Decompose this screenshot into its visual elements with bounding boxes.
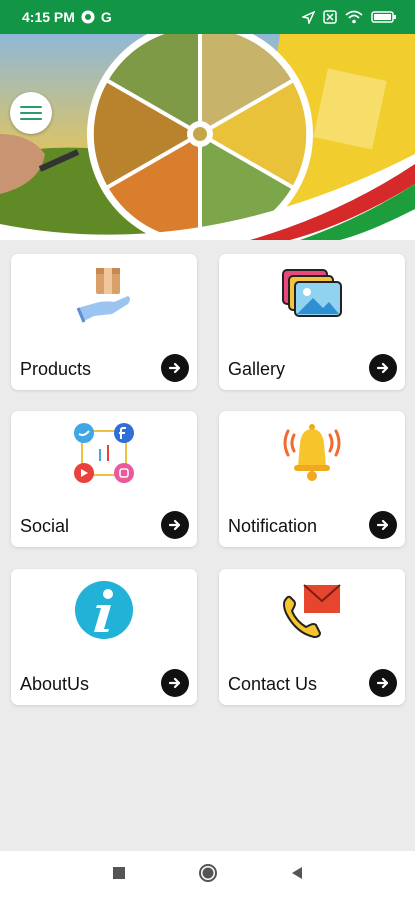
gallery-photos-icon xyxy=(281,264,343,325)
aboutus-arrow-button[interactable] xyxy=(161,669,189,697)
phone-mail-icon xyxy=(280,579,344,646)
aboutus-label: AboutUs xyxy=(20,674,90,694)
wifi-icon xyxy=(345,10,363,24)
gallery-arrow-button[interactable] xyxy=(369,354,397,382)
header-banner xyxy=(0,34,415,240)
products-hand-box-icon xyxy=(74,264,134,331)
hamburger-line xyxy=(20,118,42,120)
notification-arrow-button[interactable] xyxy=(369,511,397,539)
sim-x-icon xyxy=(323,10,337,24)
location-arrow-icon xyxy=(302,10,315,24)
info-icon xyxy=(73,579,135,646)
battery-icon xyxy=(371,10,397,24)
gallery-card[interactable]: Gallery xyxy=(219,254,405,390)
social-label: Social xyxy=(20,516,70,536)
hamburger-line xyxy=(20,112,42,114)
arrow-right-icon xyxy=(168,519,181,531)
app-notification-icon xyxy=(81,10,95,24)
arrow-right-icon xyxy=(168,362,181,374)
gallery-label: Gallery xyxy=(228,359,286,379)
contact-label: Contact Us xyxy=(228,674,318,694)
back-triangle-icon[interactable] xyxy=(290,866,304,885)
arrow-right-icon xyxy=(168,677,181,689)
hamburger-menu-icon xyxy=(20,106,42,108)
products-card[interactable]: Products xyxy=(11,254,197,390)
notification-card[interactable]: Notification xyxy=(219,411,405,547)
arrow-right-icon xyxy=(376,677,389,689)
bell-icon xyxy=(280,421,344,488)
status-time: 4:15 PM xyxy=(22,9,75,25)
menu-button[interactable] xyxy=(10,92,52,134)
arrow-right-icon xyxy=(376,519,389,531)
home-circle-icon[interactable] xyxy=(198,863,218,888)
arrow-right-icon xyxy=(376,362,389,374)
contact-arrow-button[interactable] xyxy=(369,669,397,697)
system-nav-bar xyxy=(0,851,415,900)
social-card[interactable]: Social xyxy=(11,411,197,547)
aboutus-card[interactable]: AboutUs xyxy=(11,569,197,705)
products-label: Products xyxy=(20,359,92,379)
products-arrow-button[interactable] xyxy=(161,354,189,382)
recents-square-icon[interactable] xyxy=(112,866,126,885)
social-media-icon xyxy=(72,421,136,490)
contact-card[interactable]: Contact Us xyxy=(219,569,405,705)
status-bar: 4:15 PM G xyxy=(0,0,415,34)
social-arrow-button[interactable] xyxy=(161,511,189,539)
google-icon: G xyxy=(100,9,112,25)
notification-label: Notification xyxy=(228,516,318,536)
